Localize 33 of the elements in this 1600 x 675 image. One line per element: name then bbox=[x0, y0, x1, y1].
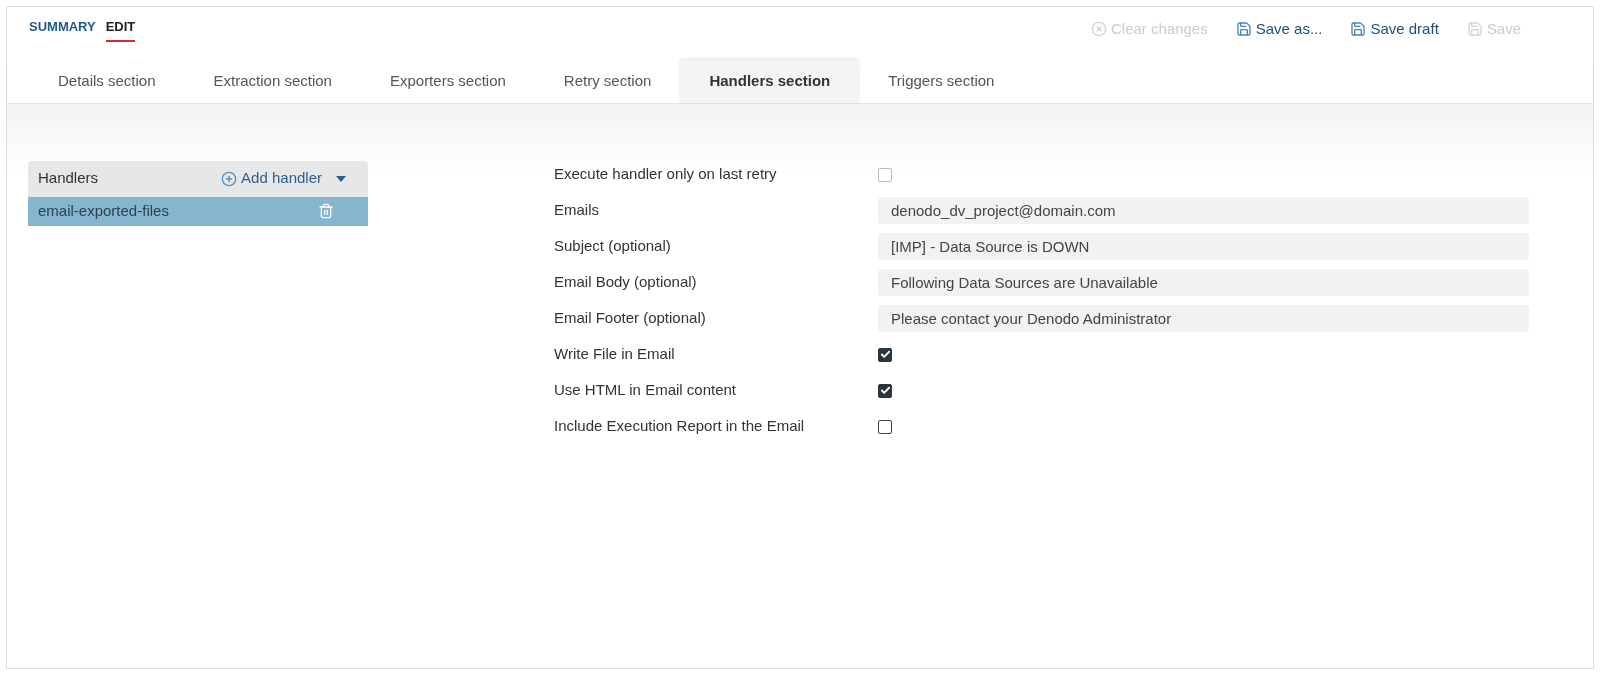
save-button[interactable]: Save draft bbox=[1350, 18, 1439, 41]
section-tab[interactable]: Retry section bbox=[534, 59, 681, 103]
check-icon bbox=[879, 349, 891, 360]
section-tab[interactable]: Handlers section bbox=[680, 59, 860, 103]
handlers-title: Handlers bbox=[38, 168, 99, 189]
check-icon bbox=[879, 385, 891, 396]
field-label: Emails bbox=[554, 200, 600, 221]
section-tab[interactable]: Triggers section bbox=[859, 59, 1024, 103]
handler-item[interactable]: email-exported-files bbox=[28, 196, 368, 226]
field-label: Email Footer (optional) bbox=[554, 308, 707, 329]
section-tab[interactable]: Extraction section bbox=[184, 59, 361, 103]
clear-icon bbox=[1091, 21, 1107, 38]
section-tab[interactable]: Details section bbox=[29, 59, 185, 103]
input-field[interactable]: denodo_dv_project@domain.com bbox=[878, 197, 1529, 224]
input-field[interactable]: Please contact your Denodo Administrator bbox=[878, 305, 1529, 332]
field-label: Include Execution Report in the Email bbox=[554, 416, 806, 437]
field-label: Subject (optional) bbox=[554, 236, 672, 257]
view-tab[interactable]: SUMMARY bbox=[29, 17, 96, 42]
add-icon bbox=[221, 170, 238, 187]
field-label: Write File in Email bbox=[554, 344, 676, 365]
field-label: Email Body (optional) bbox=[554, 272, 698, 293]
add-handler-button[interactable]: Add handler bbox=[221, 167, 346, 190]
field-label: Use HTML in Email content bbox=[554, 380, 737, 401]
view-tab[interactable]: EDIT bbox=[105, 17, 136, 42]
input-field[interactable]: [IMP] - Data Source is DOWN bbox=[878, 233, 1529, 260]
checkbox[interactable] bbox=[878, 347, 892, 362]
checkbox[interactable] bbox=[878, 419, 892, 434]
caret-icon bbox=[336, 175, 346, 182]
checkbox[interactable] bbox=[878, 383, 892, 398]
save-button[interactable]: Save as... bbox=[1235, 18, 1323, 41]
input-field[interactable]: Following Data Sources are Unavailable bbox=[878, 269, 1529, 296]
section-tab[interactable]: Exporters section bbox=[360, 59, 535, 103]
field-label: Execute handler only on last retry bbox=[554, 164, 778, 185]
